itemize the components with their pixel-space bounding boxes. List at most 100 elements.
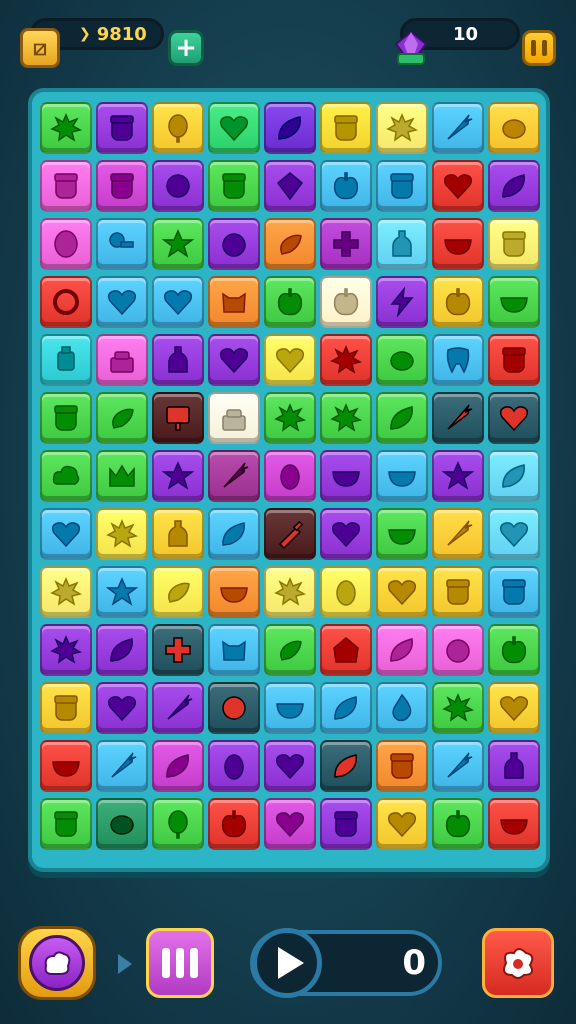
tile-apple[interactable]: [488, 624, 540, 676]
tile-heart[interactable]: [40, 508, 92, 560]
tile-face[interactable]: [40, 682, 92, 734]
play-button[interactable]: [252, 928, 322, 998]
tile-leaf[interactable]: [264, 102, 316, 154]
tile-heart[interactable]: [264, 740, 316, 792]
tile-bowl[interactable]: [376, 508, 428, 560]
tile-drop[interactable]: [376, 682, 428, 734]
tile-bowl[interactable]: [376, 450, 428, 502]
tile-heart[interactable]: [152, 276, 204, 328]
tile-balloon[interactable]: [152, 798, 204, 850]
tile-splat[interactable]: [40, 566, 92, 618]
tile-apple[interactable]: [320, 160, 372, 212]
tile-pepper[interactable]: [152, 566, 204, 618]
tile-leaf[interactable]: [96, 624, 148, 676]
tile-bottle[interactable]: [152, 334, 204, 386]
tile-carrot[interactable]: [432, 392, 484, 444]
tile-star[interactable]: [152, 218, 204, 270]
tile-blob[interactable]: [208, 682, 260, 734]
tile-heart[interactable]: [96, 682, 148, 734]
tile-leaf[interactable]: [208, 508, 260, 560]
tile-leaf[interactable]: [488, 450, 540, 502]
tile-carrot[interactable]: [432, 508, 484, 560]
tile-heart[interactable]: [488, 682, 540, 734]
tile-face[interactable]: [96, 160, 148, 212]
tile-bottle[interactable]: [488, 740, 540, 792]
tile-leaf[interactable]: [320, 682, 372, 734]
tile-egg[interactable]: [208, 740, 260, 792]
tile-leaf[interactable]: [376, 392, 428, 444]
tile-bowl[interactable]: [208, 566, 260, 618]
tile-star[interactable]: [96, 566, 148, 618]
tile-heart[interactable]: [432, 160, 484, 212]
menu-button[interactable]: [146, 928, 214, 998]
tile-egg[interactable]: [264, 450, 316, 502]
tile-face[interactable]: [40, 392, 92, 444]
tile-heart[interactable]: [264, 798, 316, 850]
tile-carrot[interactable]: [432, 102, 484, 154]
tile-face[interactable]: [376, 160, 428, 212]
tile-bowl[interactable]: [432, 218, 484, 270]
tile-lemon[interactable]: [488, 102, 540, 154]
tile-key[interactable]: [96, 218, 148, 270]
tile-house[interactable]: [320, 624, 372, 676]
add-coins-button[interactable]: +: [168, 30, 204, 66]
tile-heart[interactable]: [488, 392, 540, 444]
tile-splat[interactable]: [432, 682, 484, 734]
tile-face[interactable]: [432, 566, 484, 618]
tile-cross[interactable]: [320, 218, 372, 270]
tile-splat[interactable]: [264, 392, 316, 444]
tile-face[interactable]: [376, 740, 428, 792]
tile-splat[interactable]: [320, 334, 372, 386]
shuffle-button[interactable]: [482, 928, 554, 998]
tile-barrel[interactable]: [40, 218, 92, 270]
tile-heart[interactable]: [488, 508, 540, 560]
tile-cake[interactable]: [96, 334, 148, 386]
tile-tooth[interactable]: [432, 334, 484, 386]
tile-face[interactable]: [488, 334, 540, 386]
tile-carrot[interactable]: [432, 740, 484, 792]
tile-face[interactable]: [40, 798, 92, 850]
tile-face[interactable]: [320, 102, 372, 154]
tile-cake[interactable]: [208, 392, 260, 444]
tile-bowl[interactable]: [320, 450, 372, 502]
tile-bolt[interactable]: [376, 276, 428, 328]
tile-face[interactable]: [320, 798, 372, 850]
tile-splat[interactable]: [40, 102, 92, 154]
tile-heart[interactable]: [376, 566, 428, 618]
tile-carrot[interactable]: [208, 450, 260, 502]
tile-lemon[interactable]: [376, 334, 428, 386]
tile-carrot[interactable]: [152, 682, 204, 734]
tile-apple[interactable]: [208, 798, 260, 850]
tile-bowl[interactable]: [264, 682, 316, 734]
tile-cloud[interactable]: [40, 450, 92, 502]
tile-heart[interactable]: [320, 508, 372, 560]
tile-splat[interactable]: [96, 508, 148, 560]
tile-balloon[interactable]: [152, 102, 204, 154]
tile-orange[interactable]: [432, 624, 484, 676]
tile-cat[interactable]: [208, 624, 260, 676]
tile-leaf[interactable]: [320, 740, 372, 792]
tile-bowl[interactable]: [488, 276, 540, 328]
tile-face[interactable]: [208, 160, 260, 212]
tile-bowl[interactable]: [40, 740, 92, 792]
tile-splat[interactable]: [40, 624, 92, 676]
tile-leaf[interactable]: [488, 160, 540, 212]
tile-apple[interactable]: [264, 276, 316, 328]
tile-cat[interactable]: [208, 276, 260, 328]
pause-button[interactable]: [522, 30, 556, 66]
tile-heart[interactable]: [208, 102, 260, 154]
tile-splat[interactable]: [264, 566, 316, 618]
tile-orange[interactable]: [208, 218, 260, 270]
tile-carrot[interactable]: [96, 740, 148, 792]
tile-cross[interactable]: [152, 624, 204, 676]
tile-pepper[interactable]: [96, 392, 148, 444]
tile-bottle[interactable]: [152, 508, 204, 560]
tile-egg[interactable]: [320, 566, 372, 618]
tile-splat[interactable]: [376, 102, 428, 154]
tile-gem[interactable]: [264, 160, 316, 212]
tile-robot[interactable]: [40, 334, 92, 386]
tile-heart[interactable]: [376, 798, 428, 850]
tile-heart[interactable]: [96, 276, 148, 328]
tile-sign[interactable]: [152, 392, 204, 444]
bomb-booster-button[interactable]: [18, 926, 96, 1000]
